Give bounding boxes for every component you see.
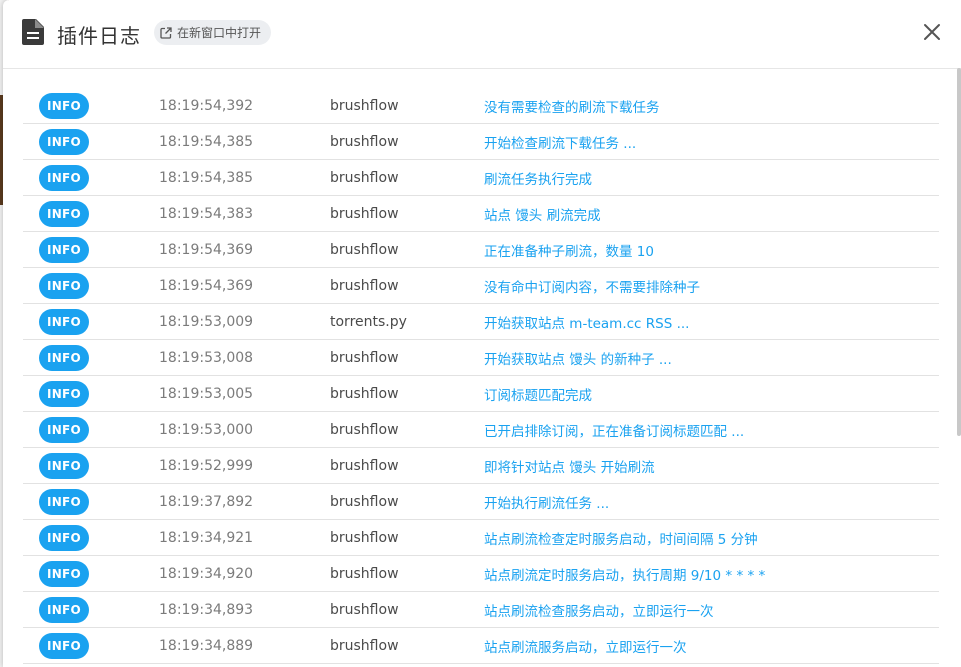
open-in-new-icon (160, 26, 172, 39)
log-time: 18:19:53,008 (159, 349, 254, 366)
log-source: brushflow (330, 205, 399, 222)
log-row: INFO 18:19:52,999 brushflow 即将针对站点 馒头 开始刷流 (23, 448, 939, 484)
log-row: INFO 18:19:54,369 brushflow 没有命中订阅内容，不需要排除种… (23, 268, 939, 304)
log-source: brushflow (330, 637, 399, 654)
log-level-badge: INFO (39, 597, 89, 623)
close-icon[interactable] (923, 23, 941, 41)
log-row: INFO 18:19:53,009 torrents.py 开始获取站点 m-team… (23, 304, 939, 340)
log-row: INFO 18:19:54,385 brushflow 刷流任务执行完成 (23, 160, 939, 196)
log-row: INFO 18:19:54,369 brushflow 正在准备种子刷流，数量 10 (23, 232, 939, 268)
log-row: INFO 18:19:34,920 brushflow 站点刷流定时服务启动，执行周期… (23, 556, 939, 592)
log-time: 18:19:54,369 (159, 277, 254, 294)
log-source: brushflow (330, 493, 399, 510)
log-row: INFO 18:19:54,383 brushflow 站点 馒头 刷流完成 (23, 196, 939, 232)
log-message: 开始获取站点 馒头 的新种子 ... (484, 351, 672, 368)
log-level-badge: INFO (39, 273, 89, 299)
log-source: brushflow (330, 97, 399, 114)
log-level-badge: INFO (39, 489, 89, 515)
log-message: 站点刷流服务启动，立即运行一次 (484, 639, 687, 656)
log-time: 18:19:37,892 (159, 493, 254, 510)
log-source: brushflow (330, 169, 399, 186)
log-source: brushflow (330, 565, 399, 582)
log-message: 开始获取站点 m-team.cc RSS ... (484, 315, 690, 332)
log-row: INFO 18:19:34,889 brushflow 站点刷流服务启动，立即运行一次 (23, 628, 939, 664)
log-time: 18:19:34,893 (159, 601, 254, 618)
log-source: torrents.py (330, 313, 407, 330)
file-document-icon (22, 19, 44, 45)
open-in-new-window-button[interactable]: 在新窗口中打开 (154, 20, 272, 45)
log-message: 开始检查刷流下载任务 ... (484, 135, 637, 152)
log-message: 站点 馒头 刷流完成 (484, 207, 601, 224)
log-time: 18:19:54,385 (159, 169, 254, 186)
log-message: 没有命中订阅内容，不需要排除种子 (484, 279, 700, 296)
log-time: 18:19:54,385 (159, 133, 254, 150)
log-level-badge: INFO (39, 309, 89, 335)
log-row: INFO 18:19:37,892 brushflow 开始执行刷流任务 ... (23, 484, 939, 520)
log-source: brushflow (330, 133, 399, 150)
log-message: 开始执行刷流任务 ... (484, 495, 610, 512)
log-row: INFO 18:19:34,921 brushflow 站点刷流检查定时服务启动，时间… (23, 520, 939, 556)
log-source: brushflow (330, 349, 399, 366)
log-message: 站点刷流定时服务启动，执行周期 9/10 * * * * (484, 567, 766, 584)
log-time: 18:19:53,000 (159, 421, 254, 438)
dialog-title: 插件日志 (57, 24, 141, 48)
log-time: 18:19:54,383 (159, 205, 254, 222)
log-source: brushflow (330, 457, 399, 474)
log-message: 没有需要检查的刷流下载任务 (484, 99, 660, 116)
log-time: 18:19:52,999 (159, 457, 254, 474)
log-source: brushflow (330, 385, 399, 402)
log-time: 18:19:34,889 (159, 637, 254, 654)
log-message: 已开启排除订阅，正在准备订阅标题匹配 ... (484, 423, 745, 440)
log-source: brushflow (330, 277, 399, 294)
log-level-badge: INFO (39, 561, 89, 587)
log-list: INFO 18:19:54,392 brushflow 没有需要检查的刷流下载任务 IN… (23, 88, 939, 664)
log-time: 18:19:53,009 (159, 313, 254, 330)
open-in-new-window-label: 在新窗口中打开 (177, 26, 262, 40)
log-row: INFO 18:19:53,005 brushflow 订阅标题匹配完成 (23, 376, 939, 412)
log-message: 正在准备种子刷流，数量 10 (484, 243, 654, 260)
log-time: 18:19:34,920 (159, 565, 254, 582)
log-message: 站点刷流检查定时服务启动，时间间隔 5 分钟 (484, 531, 758, 548)
log-message: 刷流任务执行完成 (484, 171, 592, 188)
log-source: brushflow (330, 529, 399, 546)
log-time: 18:19:54,369 (159, 241, 254, 258)
dialog-header: 插件日志 在新窗口中打开 (3, 0, 961, 69)
log-level-badge: INFO (39, 345, 89, 371)
log-row: INFO 18:19:34,893 brushflow 站点刷流检查服务启动，立即运行… (23, 592, 939, 628)
log-source: brushflow (330, 601, 399, 618)
log-source: brushflow (330, 241, 399, 258)
scrollbar-thumb[interactable] (957, 68, 961, 436)
log-level-badge: INFO (39, 633, 89, 659)
log-level-badge: INFO (39, 165, 89, 191)
log-source: brushflow (330, 421, 399, 438)
log-level-badge: INFO (39, 381, 89, 407)
log-level-badge: INFO (39, 525, 89, 551)
log-message: 站点刷流检查服务启动，立即运行一次 (484, 603, 714, 620)
log-level-badge: INFO (39, 417, 89, 443)
log-row: INFO 18:19:54,385 brushflow 开始检查刷流下载任务 ... (23, 124, 939, 160)
log-level-badge: INFO (39, 129, 89, 155)
log-level-badge: INFO (39, 237, 89, 263)
log-level-badge: INFO (39, 93, 89, 119)
log-time: 18:19:54,392 (159, 97, 254, 114)
log-time: 18:19:53,005 (159, 385, 254, 402)
log-row: INFO 18:19:53,008 brushflow 开始获取站点 馒头 的新种子 … (23, 340, 939, 376)
plugin-log-dialog: 插件日志 在新窗口中打开 INFO 18:19:54,392 brushflow 没有… (3, 0, 961, 667)
log-time: 18:19:34,921 (159, 529, 254, 546)
log-row: INFO 18:19:54,392 brushflow 没有需要检查的刷流下载任务 (23, 88, 939, 124)
log-level-badge: INFO (39, 453, 89, 479)
log-level-badge: INFO (39, 201, 89, 227)
log-message: 订阅标题匹配完成 (484, 387, 592, 404)
log-row: INFO 18:19:53,000 brushflow 已开启排除订阅，正在准备订阅标… (23, 412, 939, 448)
log-message: 即将针对站点 馒头 开始刷流 (484, 459, 655, 476)
